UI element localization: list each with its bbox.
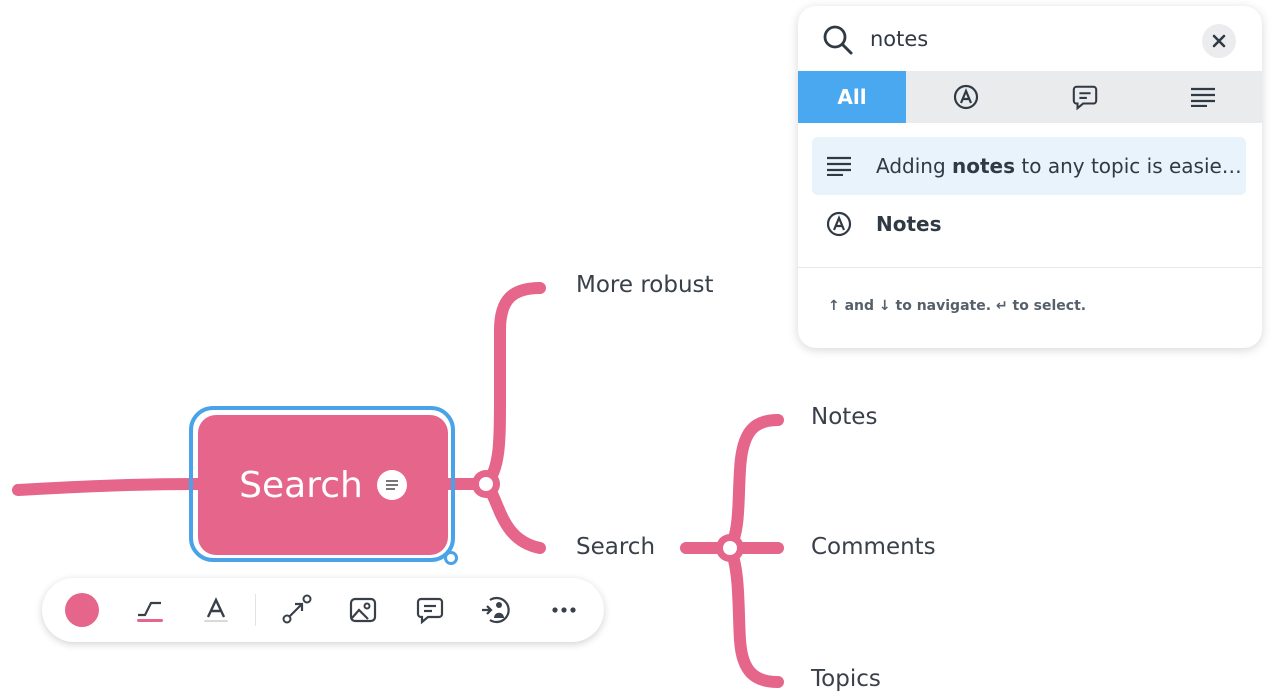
text-style-icon[interactable] [196,590,236,630]
color-swatch-button[interactable] [62,590,102,630]
note-badge-icon[interactable] [376,470,407,500]
comment-icon[interactable] [410,590,450,630]
central-topic-label: Search [239,464,363,506]
comment-icon [1072,85,1098,111]
tab-all[interactable]: All [798,71,906,123]
search-input[interactable] [870,22,1170,56]
assign-user-icon[interactable] [476,590,516,630]
tab-notes[interactable] [1144,71,1262,123]
relation-arrow-icon[interactable] [277,590,317,630]
tab-topics[interactable] [906,71,1026,123]
incoming-branch [12,478,204,496]
ellipsis-icon[interactable] [544,590,584,630]
topic-more-robust[interactable]: More robust [576,272,714,298]
central-topic-node[interactable]: Search [198,415,448,555]
toolbar-separator [255,594,256,626]
topic-search[interactable]: Search [576,534,655,560]
topic-comments[interactable]: Comments [811,534,936,560]
close-search-button[interactable] [1202,24,1236,58]
line-style-icon[interactable] [130,590,170,630]
search-result-note[interactable]: Adding notes to any topic is easie… [812,137,1246,195]
node-toolbar [42,578,604,642]
topic-notes[interactable]: Notes [811,404,877,430]
search-panel: All Adding notes to any topic is easie… … [798,6,1262,348]
close-icon [1212,34,1226,48]
resize-handle[interactable] [444,551,458,565]
branch-more-robust [480,282,546,490]
branch-topics [724,542,784,688]
topic-a-icon [826,211,862,237]
notes-lines-icon [826,156,862,176]
search-row [798,6,1262,72]
branch-notes [724,414,784,554]
result-text: Notes [876,212,942,236]
topic-a-icon [953,84,979,110]
panel-divider [798,267,1262,268]
keyboard-hint: ↑ and ↓ to navigate. ↵ to select. [828,298,1087,314]
search-result-topic[interactable]: Notes [812,195,1246,253]
topic-topics[interactable]: Topics [811,666,881,692]
tab-comments[interactable] [1026,71,1144,123]
notes-lines-icon [1191,87,1215,107]
search-icon [822,24,854,60]
result-text: Adding notes to any topic is easie… [876,154,1242,178]
search-filter-tabs: All [798,71,1262,123]
image-icon[interactable] [343,590,383,630]
